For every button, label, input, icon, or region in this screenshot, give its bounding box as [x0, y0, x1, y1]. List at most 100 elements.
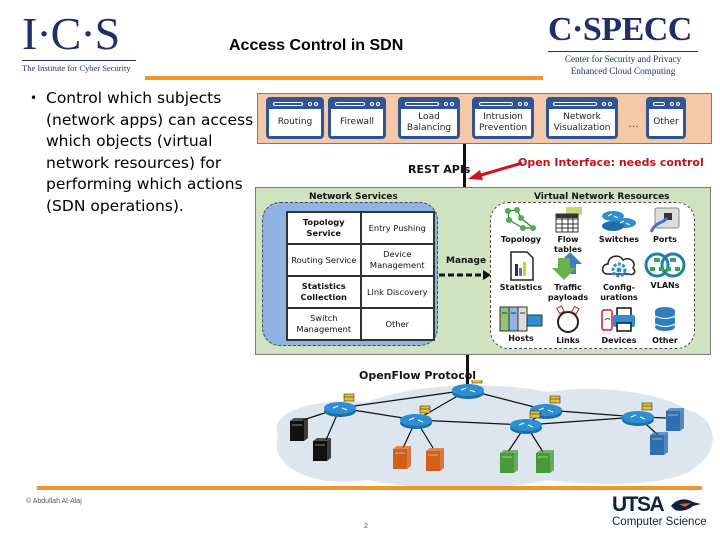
host-server-icon: [313, 438, 331, 461]
data-plane-network: [276, 380, 713, 489]
network-cloud: [276, 385, 713, 489]
host-server-icon: [536, 450, 554, 473]
router-icon: [452, 380, 484, 399]
resource-label: VLANs: [650, 281, 680, 290]
configuration-icon: [594, 250, 644, 282]
copyright-text: © Abdullah Al-Alaj: [26, 498, 82, 505]
network-service-cell: Topology Service: [287, 212, 361, 244]
apps-ellipsis: …: [628, 118, 639, 130]
resource-label: Statistics: [499, 283, 543, 292]
app-window-icon: [475, 100, 531, 109]
cspecc-logo: C·SPECC Center for Security and Privacy …: [548, 12, 703, 76]
network-services-title: Network Services: [309, 192, 398, 202]
app-label: Intrusion Prevention: [478, 111, 528, 133]
resource-switches: Switches: [594, 206, 644, 245]
host-server-icon: [500, 450, 518, 473]
resource-config-urations: Config-urations: [594, 250, 644, 303]
app-intrusion-prevention: Intrusion Prevention: [472, 97, 534, 139]
ics-logo-divider: [22, 60, 136, 61]
utsa-logo: UTSA Computer Science: [612, 494, 712, 529]
resource-devices: Devices: [594, 305, 644, 346]
resource-label: Config-urations: [600, 283, 638, 302]
resource-label: Hosts: [508, 334, 534, 343]
network-service-cell: Link Discovery: [360, 276, 434, 308]
switch-icon: [594, 206, 644, 234]
resource-flow-tables: Flow tables: [543, 206, 593, 255]
app-label: Routing: [277, 117, 313, 127]
app-firewall: Firewall: [328, 97, 386, 139]
flow-table-icon: [543, 206, 593, 234]
host-server-icon: [393, 446, 411, 469]
host-server-icon: [650, 432, 668, 455]
network-services-grid: Topology Service Entry Pushing Routing Ser…: [286, 211, 435, 341]
resource-label: Other: [652, 336, 678, 345]
host-server-icon: [666, 408, 684, 431]
app-window-icon: [549, 100, 615, 109]
app-label: Other: [653, 117, 679, 127]
app-window-icon: [649, 100, 683, 109]
device-icon: [594, 305, 644, 335]
ics-logo-subtitle: The Institute for Cyber Security: [22, 63, 131, 73]
bullet-icon: •: [30, 91, 38, 105]
app-load-balancing: Load Balancing: [398, 97, 460, 139]
app-network-visualization: Network Visualization: [546, 97, 618, 139]
cspecc-logo-subtitle-1: Center for Security and Privacy: [564, 54, 682, 64]
resource-label: Switches: [598, 235, 640, 244]
network-service-cell: Other: [360, 308, 434, 340]
open-interface-note: Open Interface: needs control: [518, 156, 704, 169]
resource-label: Traffic payloads: [547, 283, 589, 302]
cspecc-logo-divider: [548, 51, 698, 52]
resource-label: Topology: [500, 235, 542, 244]
resource-links: Links: [543, 305, 593, 346]
host-icon: [496, 305, 546, 333]
resource-ports: Ports: [640, 206, 690, 245]
network-service-cell: Device Management: [360, 244, 434, 276]
database-icon: [640, 305, 690, 335]
roadrunner-icon: [671, 499, 701, 511]
virtual-network-resources-title: Virtual Network Resources: [534, 192, 670, 202]
topology-icon: [496, 206, 546, 234]
app-label: Network Visualization: [553, 111, 611, 133]
ics-logo: I·C·S The Institute for Cyber Security: [22, 10, 140, 73]
statistics-icon: [496, 250, 546, 282]
cspecc-logo-mark: C·SPECC: [548, 11, 692, 48]
title-underline: [145, 76, 543, 80]
router-icon: [324, 393, 356, 417]
red-arrow-icon: [468, 161, 523, 180]
utsa-logo-subtitle: Computer Science: [612, 516, 707, 528]
footer-rule: [37, 486, 702, 490]
manage-arrow-icon: [439, 270, 491, 280]
resource-traffic-payloads: Traffic payloads: [543, 250, 593, 303]
rest-apis-label: REST APIs: [408, 163, 471, 176]
resource-statistics: Statistics: [496, 250, 546, 293]
port-icon: [640, 206, 690, 234]
resource-label: Devices: [601, 336, 637, 345]
app-routing: Routing: [266, 97, 324, 139]
resource-vlans: VLANs: [640, 250, 690, 291]
bullet-point: • Control which subjects (network apps) …: [30, 88, 270, 218]
network-service-cell: Routing Service: [287, 244, 361, 276]
resource-other: Other: [640, 305, 690, 346]
app-window-icon: [401, 100, 457, 109]
slide-title: Access Control in SDN: [229, 37, 404, 54]
network-service-cell: Statistics Collection: [287, 276, 361, 308]
page-number: 2: [364, 523, 368, 530]
app-label: Firewall: [340, 117, 374, 127]
bullet-text: Control which subjects (network apps) ca…: [46, 89, 254, 215]
resource-label: Ports: [653, 235, 677, 244]
manage-label: Manage: [446, 256, 487, 266]
resource-label: Links: [556, 336, 580, 345]
vlan-icon: [640, 250, 690, 280]
link-icon: [543, 305, 593, 335]
app-window-icon: [269, 100, 321, 109]
host-server-icon: [426, 448, 444, 471]
app-window-icon: [331, 100, 383, 109]
resource-topology: Topology: [496, 206, 546, 245]
traffic-icon: [543, 250, 593, 282]
cspecc-logo-subtitle-2: Enhanced Cloud Computing: [570, 66, 676, 76]
network-service-cell: Entry Pushing: [360, 212, 434, 244]
host-server-icon: [290, 418, 308, 441]
app-other: Other: [646, 97, 686, 139]
ics-logo-mark: I·C·S: [22, 8, 120, 59]
app-label: Load Balancing: [406, 111, 452, 133]
